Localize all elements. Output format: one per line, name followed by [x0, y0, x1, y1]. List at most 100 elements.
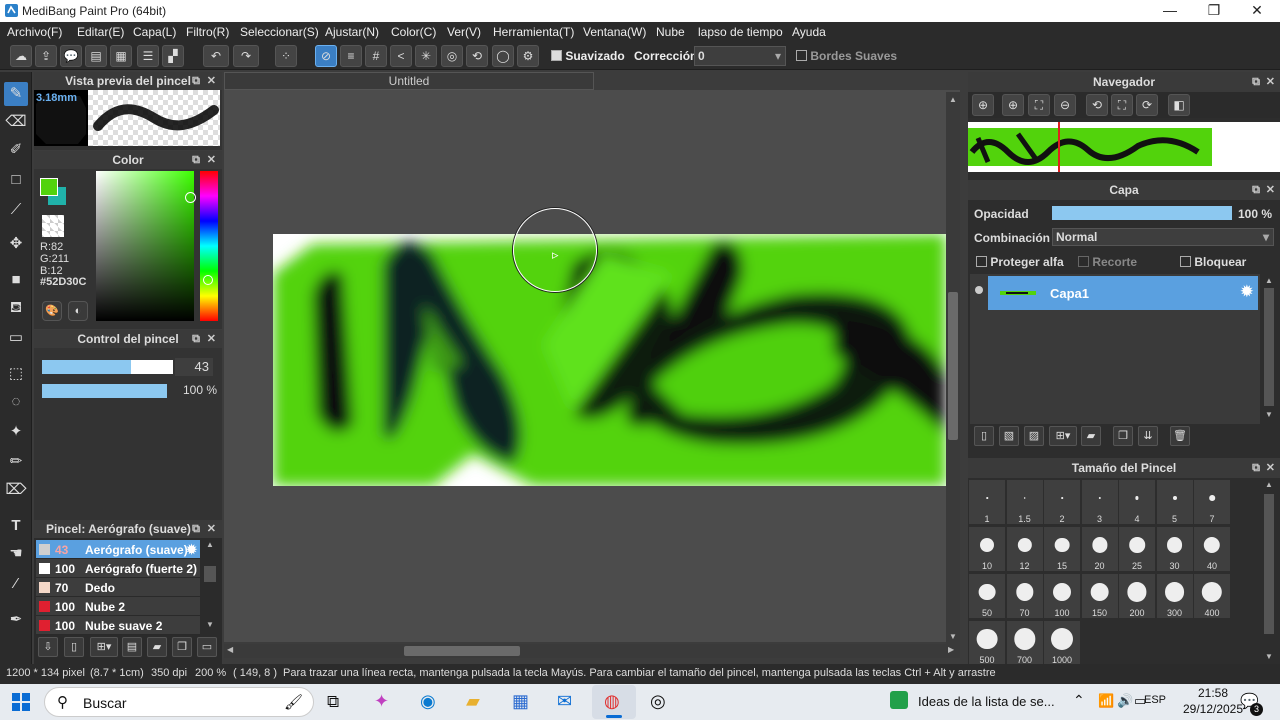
news-ticker[interactable]: Ideas de la lista de se...: [918, 694, 1055, 709]
document-icon[interactable]: ▦: [110, 45, 132, 67]
color-history-icon[interactable]: ◐: [68, 301, 88, 321]
hue-handle[interactable]: [203, 275, 213, 285]
layer-visibility-icon[interactable]: [970, 276, 988, 310]
perspective-snap-icon[interactable]: <: [390, 45, 412, 67]
wifi-icon[interactable]: 📶: [1098, 693, 1114, 709]
new-brush-icon[interactable]: ▯: [64, 637, 84, 657]
brush-size-cell[interactable]: 40: [1194, 527, 1230, 571]
select-rect-icon[interactable]: ⬚: [4, 362, 28, 386]
layer-opacity-slider[interactable]: [1052, 206, 1232, 220]
scroll-down-icon[interactable]: ▼: [206, 620, 214, 629]
settings-snap-icon[interactable]: ⚙: [517, 45, 539, 67]
canvas-area[interactable]: ▹: [224, 90, 960, 642]
layer-list-scrollbar[interactable]: ▲ ▼: [1262, 276, 1276, 422]
brush-size-cell[interactable]: 2: [1044, 480, 1080, 524]
protect-alpha-toggle[interactable]: Proteger alfa: [976, 255, 1064, 269]
close-button[interactable]: ✕: [1234, 0, 1280, 22]
brush-folder-icon[interactable]: ▰: [147, 637, 167, 657]
comment-icon[interactable]: 💬: [60, 45, 82, 67]
fit-icon[interactable]: ⛶: [1028, 94, 1050, 116]
clock-time[interactable]: 21:58: [1188, 686, 1238, 700]
clock-date[interactable]: 29/12/2025: [1182, 702, 1244, 716]
scroll-left-icon[interactable]: ◀: [227, 645, 233, 654]
brush-size-cell[interactable]: 500: [969, 621, 1005, 665]
store-icon[interactable]: ▦: [512, 691, 529, 712]
brush-list-item[interactable]: 70 Dedo: [36, 578, 200, 597]
brush-size-cell[interactable]: 1: [969, 480, 1005, 524]
duplicate-layer-icon[interactable]: ❐: [1113, 426, 1133, 446]
outlook-icon[interactable]: ✉: [557, 691, 572, 712]
layer-row[interactable]: Capa1 ✹: [988, 276, 1258, 310]
brush-size-cell[interactable]: 200: [1119, 574, 1155, 618]
magic-wand-icon[interactable]: ✦: [4, 420, 28, 444]
file-explorer-icon[interactable]: ▰: [466, 691, 480, 712]
brush-size-cell[interactable]: 4: [1119, 480, 1155, 524]
menu-window[interactable]: Ventana(W): [583, 25, 646, 39]
scroll-up-icon[interactable]: ▲: [1265, 276, 1273, 285]
popout-icon[interactable]: ⧉: [1252, 72, 1260, 92]
medibang-taskbar-button[interactable]: ◍: [592, 685, 636, 719]
list-icon[interactable]: ☰: [137, 45, 159, 67]
scroll-thumb[interactable]: [1264, 494, 1274, 634]
palette-icon[interactable]: 🎨: [42, 301, 62, 321]
menu-adjust[interactable]: Ajustar(N): [325, 25, 379, 39]
clipping-checkbox[interactable]: [1078, 256, 1089, 267]
redo-icon[interactable]: ↷: [233, 45, 259, 67]
news-icon[interactable]: [890, 691, 908, 709]
brush-size-cell[interactable]: 1.5: [1006, 480, 1043, 524]
delete-brush-icon[interactable]: ▭: [197, 637, 217, 657]
parallel-snap-icon[interactable]: ≡: [340, 45, 362, 67]
popout-icon[interactable]: ⧉: [1252, 180, 1260, 200]
brush-opacity-slider[interactable]: [42, 384, 167, 398]
close-icon[interactable]: ✕: [207, 72, 216, 90]
menu-view[interactable]: Ver(V): [447, 25, 481, 39]
scroll-thumb[interactable]: [1264, 288, 1274, 406]
brush-tool-icon[interactable]: ✎: [4, 82, 28, 106]
antialias-icon[interactable]: ⁘: [275, 45, 297, 67]
brush-list-item[interactable]: 43 Aerógrafo (suave) ✹: [36, 540, 200, 559]
grid-snap-icon[interactable]: #: [365, 45, 387, 67]
gradient-tool-icon[interactable]: ▭: [4, 326, 28, 350]
fill-rect-icon[interactable]: ■: [4, 268, 28, 292]
upload-icon[interactable]: ⇪: [35, 45, 57, 67]
dot-eraser-icon[interactable]: ✐: [4, 138, 28, 162]
tray-chevron-icon[interactable]: ⌃: [1073, 692, 1085, 709]
brush-list-item[interactable]: 100 Nube suave 2: [36, 616, 200, 635]
cloud-icon[interactable]: ☁: [10, 45, 32, 67]
smoothing-checkbox[interactable]: [551, 50, 562, 61]
add-layer-menu-icon[interactable]: ⊞▾: [1049, 426, 1077, 446]
add-brush-icon[interactable]: ⊞▾: [90, 637, 118, 657]
line-tool-icon[interactable]: ⟋: [4, 198, 28, 222]
brush-size-cell[interactable]: 150: [1081, 574, 1118, 618]
menu-edit[interactable]: Editar(E): [77, 25, 124, 39]
close-icon[interactable]: ✕: [207, 520, 216, 538]
brush-size-cell[interactable]: 50: [969, 574, 1005, 618]
new-halftone-layer-icon[interactable]: ▧: [999, 426, 1019, 446]
scroll-down-icon[interactable]: ▼: [1265, 652, 1273, 661]
brush-size-value[interactable]: 43: [175, 358, 213, 376]
bucket-tool-icon[interactable]: ⛾: [4, 296, 28, 320]
grid-tool-icon[interactable]: ▞: [162, 45, 184, 67]
rotate-left-icon[interactable]: ⟲: [1086, 94, 1108, 116]
scroll-up-icon[interactable]: ▲: [949, 95, 957, 104]
text-tool-icon[interactable]: T: [4, 514, 28, 538]
blend-mode-select[interactable]: Normal ▾: [1052, 228, 1274, 246]
scroll-down-icon[interactable]: ▼: [1265, 410, 1273, 419]
maximize-button[interactable]: ❐: [1191, 0, 1237, 22]
language-indicator[interactable]: ESP: [1144, 694, 1166, 706]
scroll-thumb[interactable]: [204, 566, 216, 582]
soft-edges-checkbox[interactable]: [796, 50, 807, 61]
lock-checkbox[interactable]: [1180, 256, 1191, 267]
correction-select[interactable]: 0 ▾: [694, 46, 786, 66]
brush-size-cell[interactable]: 10: [969, 527, 1005, 571]
eyedropper-icon[interactable]: ⁄: [4, 572, 28, 596]
brush-size-cell[interactable]: 100: [1044, 574, 1080, 618]
menu-help[interactable]: Ayuda: [792, 25, 826, 39]
hand-tool-icon[interactable]: ☚: [4, 542, 28, 566]
brush-list-item[interactable]: 100 Nube 2: [36, 597, 200, 616]
transparent-color-swatch[interactable]: [42, 215, 64, 237]
navigator-preview[interactable]: [968, 122, 1280, 172]
zoom-out-icon[interactable]: ⊖: [1054, 94, 1076, 116]
brush-size-cell[interactable]: 20: [1081, 527, 1118, 571]
windows-start-icon[interactable]: [12, 693, 30, 714]
